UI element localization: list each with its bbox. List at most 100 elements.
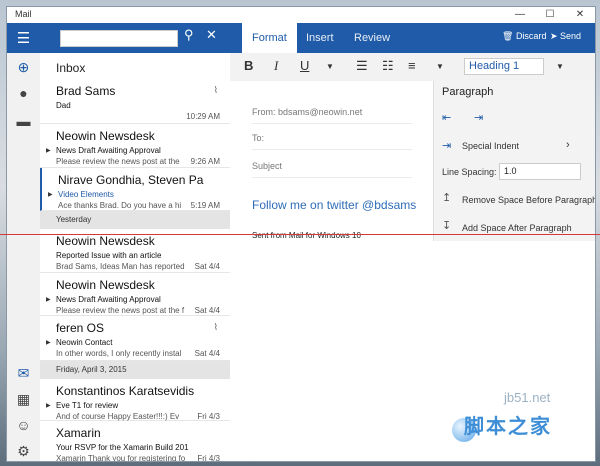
line-spacing-field[interactable]: 1.0 bbox=[499, 163, 581, 180]
paragraph-dropdown-chevron-icon[interactable]: ▼ bbox=[436, 62, 444, 71]
list-item[interactable]: Xamarin Your RSVP for the Xamarin Build … bbox=[40, 421, 230, 462]
paragraph-pane: Paragraph ⇤ ⇥ ⇥ Special Indent › Line Sp… bbox=[433, 81, 595, 241]
format-toolbar: B I U ▼ ☰ ☷ ≡ ▼ Heading 1 ▼ bbox=[230, 53, 595, 82]
remove-space-button[interactable]: Remove Space Before Paragraph bbox=[462, 195, 595, 205]
send-button[interactable]: ➤ Send bbox=[550, 31, 581, 42]
paragraph-format-icon[interactable]: ≡ bbox=[408, 58, 416, 73]
discard-label: Discard bbox=[515, 31, 547, 41]
message-list-header: ⚲ ✕ bbox=[40, 23, 230, 53]
add-space-icon: ↧ bbox=[442, 220, 452, 232]
timestamp: Sat 4/4 bbox=[194, 262, 220, 271]
underline-button[interactable]: U bbox=[300, 58, 309, 73]
special-indent-icon: ⇥ bbox=[442, 140, 452, 152]
send-icon: ➤ bbox=[550, 31, 561, 41]
expand-thread-icon[interactable]: ▶ bbox=[48, 191, 53, 198]
maximize-button[interactable]: ☐ bbox=[535, 7, 565, 23]
subject-line: Video Elements bbox=[58, 190, 114, 199]
decrease-indent-icon[interactable]: ⇤ bbox=[442, 111, 451, 124]
tab-review[interactable]: Review bbox=[344, 23, 400, 53]
timestamp: 10:29 AM bbox=[186, 112, 220, 121]
overlay-guide-line bbox=[0, 234, 600, 235]
app-title: Mail bbox=[15, 9, 32, 19]
italic-button[interactable]: I bbox=[274, 58, 278, 74]
account-icon[interactable]: ● bbox=[7, 85, 40, 101]
hamburger-menu-icon[interactable]: ☰ bbox=[7, 29, 40, 47]
to-field[interactable]: To: bbox=[252, 133, 412, 150]
sender-name: feren OS bbox=[56, 321, 105, 335]
list-item[interactable]: Neowin Newsdesk Reported Issue with an a… bbox=[40, 229, 230, 273]
preview-text: Brad Sams, Ideas Man has reported bbox=[56, 262, 185, 271]
bold-button[interactable]: B bbox=[244, 58, 253, 73]
compose-pane: From: bdsams@neowin.net To: Subject Foll… bbox=[230, 81, 433, 461]
search-input[interactable] bbox=[60, 30, 178, 47]
discard-button[interactable]: 🗑 Discard bbox=[502, 31, 546, 42]
new-mail-icon[interactable]: ⊕ bbox=[7, 59, 40, 76]
list-item[interactable]: ▶ Neowin Newsdesk News Draft Awaiting Ap… bbox=[40, 124, 230, 168]
subject-field[interactable]: Subject bbox=[252, 161, 412, 178]
font-dropdown-chevron-icon[interactable]: ▼ bbox=[326, 62, 334, 71]
tab-format[interactable]: Format bbox=[242, 23, 297, 53]
increase-indent-icon[interactable]: ⇥ bbox=[474, 111, 483, 124]
expand-thread-icon[interactable]: ▶ bbox=[46, 296, 51, 303]
trash-icon: 🗑 bbox=[502, 31, 516, 41]
mail-icon[interactable]: ✉ bbox=[7, 365, 40, 382]
special-indent-option[interactable]: Special Indent bbox=[462, 141, 519, 151]
search-icon[interactable]: ⚲ bbox=[184, 27, 194, 43]
watermark-text: 脚本之家 bbox=[464, 416, 552, 438]
sender-name: Neowin Newsdesk bbox=[56, 129, 155, 143]
from-value: bdsams@neowin.net bbox=[278, 107, 363, 117]
sender-name: Xamarin bbox=[56, 426, 101, 440]
timestamp: Sat 4/4 bbox=[194, 349, 220, 358]
attachment-icon: ⌇ bbox=[213, 85, 218, 95]
attachment-icon: ⌇ bbox=[213, 322, 218, 332]
timestamp: 9:26 AM bbox=[190, 157, 220, 166]
paragraph-pane-title: Paragraph bbox=[442, 86, 494, 98]
list-item[interactable]: ▶ Neowin Newsdesk News Draft Awaiting Ap… bbox=[40, 273, 230, 316]
bullet-list-icon[interactable]: ☰ bbox=[356, 58, 368, 74]
message-list-pane: ⚲ ✕ Inbox Brad Sams ⌇ Dad 10:29 AM ▶ Neo… bbox=[40, 23, 231, 462]
close-button[interactable]: ✕ bbox=[565, 7, 595, 23]
subject-line: News Draft Awaiting Approval bbox=[56, 146, 161, 155]
list-item[interactable]: ▶ feren OS ⌇ Neowin Contact In other wor… bbox=[40, 316, 230, 361]
rail-header: ☰ bbox=[7, 23, 40, 53]
minimize-button[interactable]: — bbox=[505, 7, 535, 23]
subject-line: Reported Issue with an article bbox=[56, 251, 162, 260]
from-field: From: bdsams@neowin.net bbox=[252, 107, 412, 124]
list-item[interactable]: Brad Sams ⌇ Dad 10:29 AM bbox=[40, 79, 230, 124]
numbered-list-icon[interactable]: ☷ bbox=[382, 58, 394, 74]
subject-line: Eve T1 for review bbox=[56, 401, 119, 410]
list-item[interactable]: ▶ Konstantinos Karatsevidis Eve T1 for r… bbox=[40, 379, 230, 421]
subject-placeholder: Subject bbox=[252, 161, 283, 171]
preview-text: Ace thanks Brad. Do you have a hi bbox=[58, 201, 182, 210]
expand-thread-icon[interactable]: ▶ bbox=[46, 402, 51, 409]
date-group-header: Yesterday bbox=[40, 211, 230, 229]
tab-insert[interactable]: Insert bbox=[296, 23, 344, 53]
subject-line: Your RSVP for the Xamarin Build 201 bbox=[56, 443, 189, 452]
add-space-button[interactable]: Add Space After Paragraph bbox=[462, 223, 572, 233]
from-label: From: bbox=[252, 107, 276, 117]
expand-thread-icon[interactable]: ▶ bbox=[46, 339, 51, 346]
to-label: To: bbox=[252, 133, 265, 143]
sender-name: Konstantinos Karatsevidis bbox=[56, 384, 195, 398]
chevron-right-icon[interactable]: › bbox=[566, 139, 570, 151]
folder-title: Inbox bbox=[56, 61, 86, 75]
style-dropdown-chevron-icon[interactable]: ▼ bbox=[556, 62, 564, 71]
settings-gear-icon[interactable]: ⚙ bbox=[7, 443, 40, 460]
style-selector[interactable]: Heading 1 bbox=[464, 58, 544, 75]
expand-thread-icon[interactable]: ▶ bbox=[46, 147, 51, 154]
timestamp: 5:19 AM bbox=[190, 201, 220, 210]
sender-name: Neowin Newsdesk bbox=[56, 278, 155, 292]
watermark-url: jb51.net bbox=[504, 390, 551, 405]
list-item-selected[interactable]: ▶ Nirave Gondhia, Steven Pa Video Elemen… bbox=[40, 168, 230, 211]
line-spacing-label: Line Spacing: bbox=[442, 167, 497, 177]
send-label: Send bbox=[560, 31, 582, 41]
subject-line: Neowin Contact bbox=[56, 338, 113, 347]
sender-name: Brad Sams bbox=[56, 84, 116, 98]
folder-icon[interactable]: ▬ bbox=[7, 113, 40, 129]
clear-search-icon[interactable]: ✕ bbox=[206, 27, 217, 43]
calendar-icon[interactable]: ▦ bbox=[7, 391, 40, 408]
preview-text: Xamarin Thank you for registering fo bbox=[56, 454, 186, 462]
feedback-smiley-icon[interactable]: ☺ bbox=[7, 417, 40, 433]
message-body[interactable]: Follow me on twitter @bdsams bbox=[252, 198, 416, 212]
preview-text: Please review the news post at the f bbox=[56, 306, 185, 315]
